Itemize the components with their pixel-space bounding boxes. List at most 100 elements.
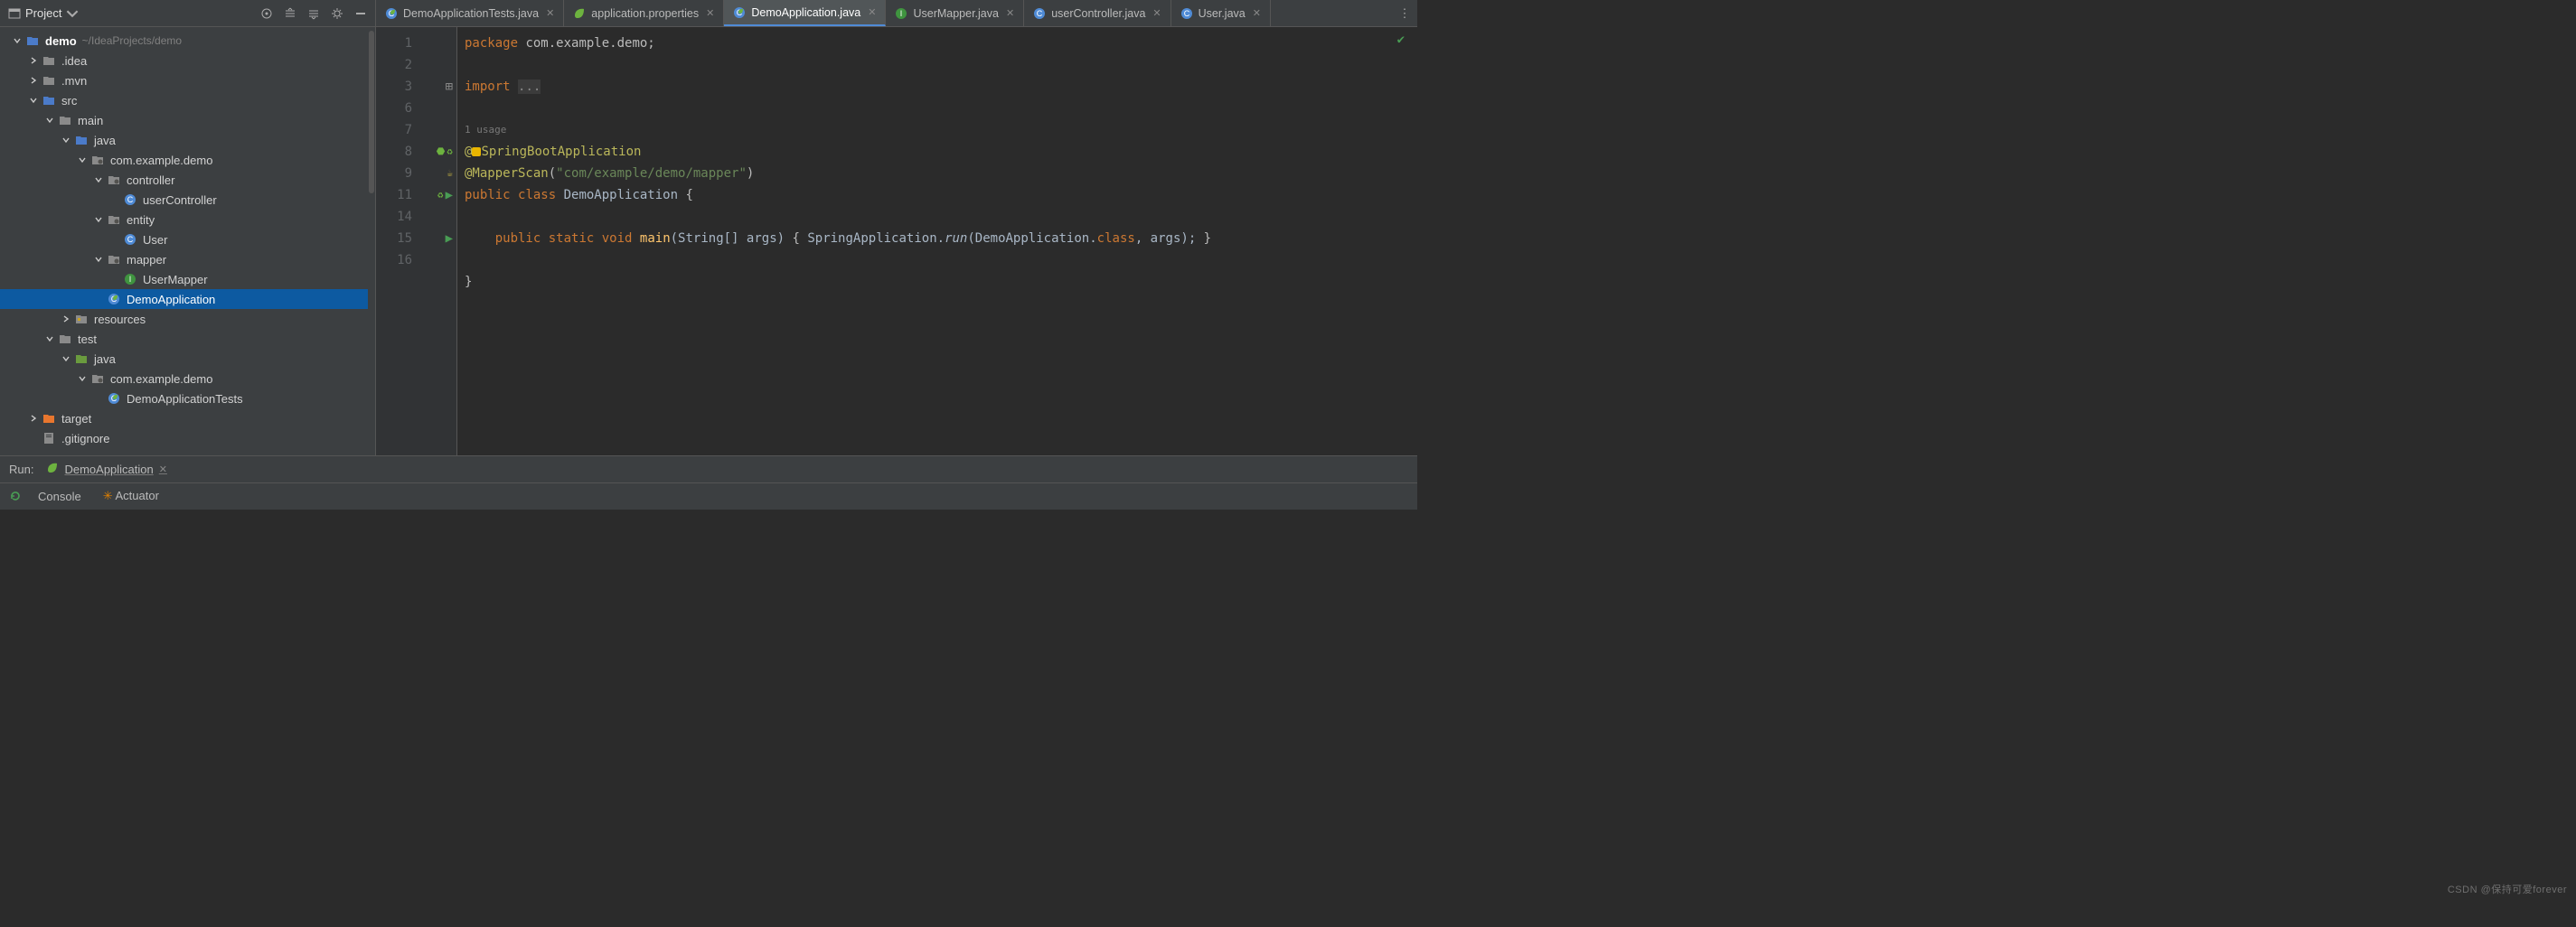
tree-item-src[interactable]: src [0,90,375,110]
tree-arrow-icon[interactable] [60,313,72,325]
rerun-icon[interactable] [5,490,25,502]
tree-item-java[interactable]: java [0,349,375,369]
close-icon[interactable]: ✕ [159,464,167,475]
hide-icon[interactable] [353,6,368,21]
close-icon[interactable]: ✕ [546,7,554,19]
tab-label: User.java [1199,7,1246,20]
folded-imports[interactable]: ... [518,80,541,94]
folder-orange-icon [42,411,56,426]
tree-item-userController[interactable]: CuserController [0,190,375,210]
line-number: 1 [376,33,412,54]
tab-actuator[interactable]: ✳ Actuator [94,485,168,507]
tree-arrow-icon[interactable] [76,372,89,385]
paren: ) [747,166,754,181]
implements-icon[interactable]: ⬣ [437,141,446,163]
tree-item-UserMapper[interactable]: IUserMapper [0,269,375,289]
run-label: Run: [9,463,33,476]
editor-body[interactable]: 123678911141516 ⊞ ⬣♻ ☕ ♻▶ ▶ [376,27,1417,455]
tree-item-com-example-demo[interactable]: com.example.demo [0,150,375,170]
target-icon[interactable] [259,6,274,21]
tree-arrow-icon[interactable] [92,173,105,186]
folder-dark-icon [42,53,56,68]
run-config-name: DemoApplication [64,463,153,476]
bean-icon[interactable]: ☕ [447,163,453,184]
tree-arrow-icon[interactable] [76,154,89,166]
keyword: public [465,188,518,202]
tab-DemoApplicationTests-java[interactable]: CDemoApplicationTests.java✕ [376,0,564,26]
tree-arrow-icon[interactable] [92,213,105,226]
tree-item-entity[interactable]: entity [0,210,375,229]
tree-arrow-icon[interactable] [27,94,40,107]
tree-item-demo[interactable]: demo~/IdeaProjects/demo [0,31,375,51]
tree-arrow-icon[interactable] [60,134,72,146]
class-spring-icon: C [385,7,398,20]
close-icon[interactable]: ✕ [1253,7,1261,19]
editor-area: CDemoApplicationTests.java✕application.p… [376,0,1417,455]
keyword: void [602,231,640,246]
usage-hint[interactable]: 1 usage [465,119,1417,141]
code-content[interactable]: package com.example.demo; import ... 1 u… [457,27,1417,455]
tree-arrow-icon[interactable] [92,253,105,266]
tab-User-java[interactable]: CUser.java✕ [1171,0,1271,26]
tree-item-resources[interactable]: resources [0,309,375,329]
tree-arrow-icon[interactable] [92,392,105,405]
project-selector[interactable]: Project [7,6,254,21]
tab-application-properties[interactable]: application.properties✕ [564,0,724,26]
run-toolwindow: Run: DemoApplication ✕ Console ✳ Actuato… [0,455,1417,510]
collapse-icon[interactable] [306,6,321,21]
gear-icon[interactable] [330,6,344,21]
tree-arrow-icon[interactable] [27,74,40,87]
tree-item-com-example-demo[interactable]: com.example.demo [0,369,375,389]
tree-arrow-icon[interactable] [27,54,40,67]
close-icon[interactable]: ✕ [868,6,876,18]
annotation: @MapperScan [465,166,549,181]
tree-arrow-icon[interactable] [108,273,121,286]
close-icon[interactable]: ✕ [706,7,714,19]
tree-arrow-icon[interactable] [92,293,105,305]
run-gutter-icon[interactable]: ▶ [446,184,453,206]
tree-item--mvn[interactable]: .mvn [0,70,375,90]
keyword: class [518,188,564,202]
tab-DemoApplication-java[interactable]: CDemoApplication.java✕ [724,0,886,26]
tab-UserMapper-java[interactable]: IUserMapper.java✕ [886,0,1024,26]
run-gutter-icon[interactable]: ▶ [446,228,453,249]
tree-arrow-icon[interactable] [108,233,121,246]
run-config[interactable]: DemoApplication ✕ [46,462,167,477]
close-icon[interactable]: ✕ [1152,7,1161,19]
tree-item-main[interactable]: main [0,110,375,130]
tree-arrow-icon[interactable] [43,332,56,345]
tree-arrow-icon[interactable] [43,114,56,126]
inspection-ok-icon[interactable]: ✔ [1397,33,1405,47]
tree-item-path: ~/IdeaProjects/demo [82,34,182,47]
tree-item-mapper[interactable]: mapper [0,249,375,269]
expand-icon[interactable] [283,6,297,21]
project-tree[interactable]: demo~/IdeaProjects/demo.idea.mvnsrcmainj… [0,27,375,455]
tree-item-DemoApplication[interactable]: CDemoApplication [0,289,375,309]
spring-leaf-icon [573,7,586,20]
svg-text:I: I [900,9,903,18]
fold-icon[interactable]: ⊞ [446,76,453,98]
tree-item-controller[interactable]: controller [0,170,375,190]
tree-arrow-icon[interactable] [27,432,40,445]
close-icon[interactable]: ✕ [1006,7,1014,19]
line-number: 8 [376,141,412,163]
package-icon [107,212,121,227]
tree-item-DemoApplicationTests[interactable]: CDemoApplicationTests [0,389,375,408]
tree-item-test[interactable]: test [0,329,375,349]
tree-arrow-icon[interactable] [27,412,40,425]
tree-arrow-icon[interactable] [108,193,121,206]
line-number: 11 [376,184,412,206]
class-spring-icon: C [733,6,746,19]
tree-item-java[interactable]: java [0,130,375,150]
tree-arrow-icon[interactable] [11,34,24,47]
tab-userController-java[interactable]: CuserController.java✕ [1024,0,1170,26]
tree-arrow-icon[interactable] [60,352,72,365]
scrollbar-thumb[interactable] [369,31,374,193]
tabs-overflow-icon[interactable]: ⋮ [1392,0,1417,26]
tree-item--idea[interactable]: .idea [0,51,375,70]
tree-item-User[interactable]: CUser [0,229,375,249]
tree-item-target[interactable]: target [0,408,375,428]
tab-console[interactable]: Console [29,486,90,507]
tree-item--gitignore[interactable]: .gitignore [0,428,375,448]
args: , args); [1135,231,1204,246]
